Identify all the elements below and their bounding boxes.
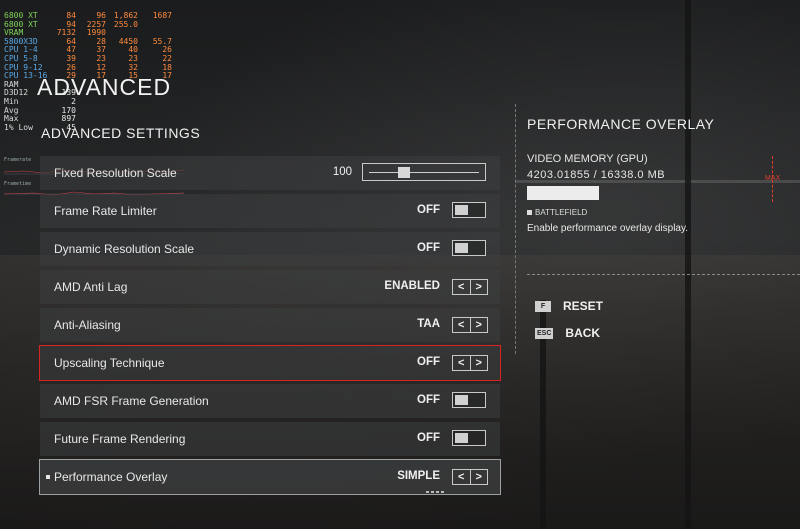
setting-row-fixed-resolution-scale[interactable]: Fixed Resolution Scale 100: [40, 156, 500, 190]
setting-label: Future Frame Rendering: [54, 432, 186, 446]
setting-value: OFF: [417, 394, 440, 406]
chevron-right-icon[interactable]: >: [471, 280, 488, 294]
option-selector[interactable]: < >: [452, 469, 488, 485]
selected-indicator: [46, 475, 50, 479]
hud-value: 255.0: [113, 19, 138, 29]
hud-value: 1687: [152, 11, 172, 20]
setting-row-frame-rate-limiter[interactable]: Frame Rate Limiter OFF: [40, 194, 500, 228]
hud-value: [138, 115, 172, 124]
setting-row-amd-fsr-frame-generation[interactable]: AMD FSR Frame Generation OFF: [40, 384, 500, 418]
setting-value: OFF: [417, 432, 440, 444]
framerate-graph-label: Framerate: [4, 157, 32, 163]
toggle-switch[interactable]: [452, 202, 486, 218]
chevron-left-icon[interactable]: <: [453, 470, 471, 484]
frametime-graph-label: Frametime: [4, 181, 32, 187]
setting-row-future-frame-rendering[interactable]: Future Frame Rendering OFF: [40, 422, 500, 456]
setting-label: AMD Anti Lag: [54, 280, 128, 294]
toggle-switch[interactable]: [452, 392, 486, 408]
panel-separator: [527, 274, 800, 275]
square-icon: [527, 210, 532, 215]
setting-row-anti-aliasing[interactable]: Anti-Aliasing TAA < >: [40, 308, 500, 342]
option-selector[interactable]: < >: [452, 317, 488, 333]
setting-label: Dynamic Resolution Scale: [54, 242, 195, 256]
page-title: ADVANCED: [37, 74, 172, 100]
performance-hud: 6800 XT 84 96 1,862 1687 6800 XT 94 2257 255.0 VR…: [4, 11, 194, 132]
option-selector[interactable]: < >: [452, 279, 488, 295]
toggle-switch[interactable]: [452, 240, 486, 256]
setting-value: OFF: [417, 356, 440, 368]
vram-usage-bar: [527, 186, 599, 200]
vram-value: 4203.01855 / 16338.0 MB: [527, 169, 666, 181]
section-title: ADVANCED SETTINGS: [41, 125, 201, 141]
toggle-knob: [455, 243, 468, 253]
setting-value: ENABLED: [384, 280, 440, 292]
hud-value: [106, 115, 138, 124]
setting-label: Frame Rate Limiter: [54, 204, 157, 218]
game-tag: BATTLEFIELD: [527, 208, 587, 217]
setting-value: SIMPLE: [397, 470, 440, 482]
chevron-left-icon[interactable]: <: [453, 356, 471, 370]
toggle-switch[interactable]: [452, 430, 486, 446]
reset-label: RESET: [563, 299, 604, 313]
chevron-right-icon[interactable]: >: [471, 318, 488, 332]
setting-row-performance-overlay[interactable]: Performance Overlay SIMPLE < >: [39, 459, 501, 495]
setting-description: Enable performance overlay display.: [527, 223, 689, 234]
chevron-left-icon[interactable]: <: [453, 280, 471, 294]
back-label: BACK: [565, 326, 601, 340]
hud-row: Avg 170: [4, 106, 194, 116]
toggle-knob: [455, 395, 468, 405]
hud-value: [138, 107, 172, 116]
back-button[interactable]: ESC BACK: [535, 326, 600, 340]
hud-value: [76, 107, 106, 116]
hud-value: [106, 107, 138, 116]
resolution-scale-slider[interactable]: [362, 163, 486, 181]
setting-label: Upscaling Technique: [54, 356, 165, 370]
hud-value: [76, 115, 106, 124]
vram-max-label: MAX: [765, 175, 781, 182]
esc-key-icon: ESC: [535, 327, 554, 339]
setting-label: Fixed Resolution Scale: [54, 166, 177, 180]
setting-label: Performance Overlay: [54, 470, 168, 484]
setting-row-amd-anti-lag[interactable]: AMD Anti Lag ENABLED < >: [40, 270, 500, 304]
setting-value: TAA: [417, 318, 440, 330]
setting-row-upscaling-technique[interactable]: Upscaling Technique OFF < >: [39, 345, 501, 381]
reset-button[interactable]: F RESET: [535, 299, 603, 313]
chevron-left-icon[interactable]: <: [453, 318, 471, 332]
panel-title: PERFORMANCE OVERLAY: [527, 116, 715, 132]
game-tag-label: BATTLEFIELD: [535, 208, 588, 217]
toggle-knob: [455, 205, 468, 215]
page-dot: [431, 491, 434, 493]
setting-label: Anti-Aliasing: [54, 318, 121, 332]
option-selector[interactable]: < >: [452, 355, 488, 371]
f-key-icon: F: [535, 300, 551, 312]
chevron-right-icon[interactable]: >: [471, 356, 488, 370]
page-dot: [436, 491, 439, 493]
page-dots: [426, 491, 444, 493]
settings-list: Fixed Resolution Scale 100 Frame Rate Limi…: [39, 156, 501, 498]
setting-value: OFF: [417, 242, 440, 254]
hud-value: [138, 21, 172, 30]
chevron-right-icon[interactable]: >: [471, 470, 488, 484]
page-dot: [426, 491, 429, 493]
info-panel: PERFORMANCE OVERLAY VIDEO MEMORY (GPU) 4…: [515, 104, 800, 354]
setting-value: 100: [332, 166, 352, 178]
setting-label: AMD FSR Frame Generation: [54, 394, 209, 408]
setting-value: OFF: [417, 204, 440, 216]
panel-divider: [515, 104, 517, 354]
toggle-knob: [455, 433, 468, 443]
slider-track: [369, 172, 479, 173]
setting-row-dynamic-resolution-scale[interactable]: Dynamic Resolution Scale OFF: [40, 232, 500, 266]
page-dot: [441, 491, 444, 493]
vram-label: VIDEO MEMORY (GPU): [527, 153, 648, 165]
slider-thumb[interactable]: [398, 167, 411, 178]
